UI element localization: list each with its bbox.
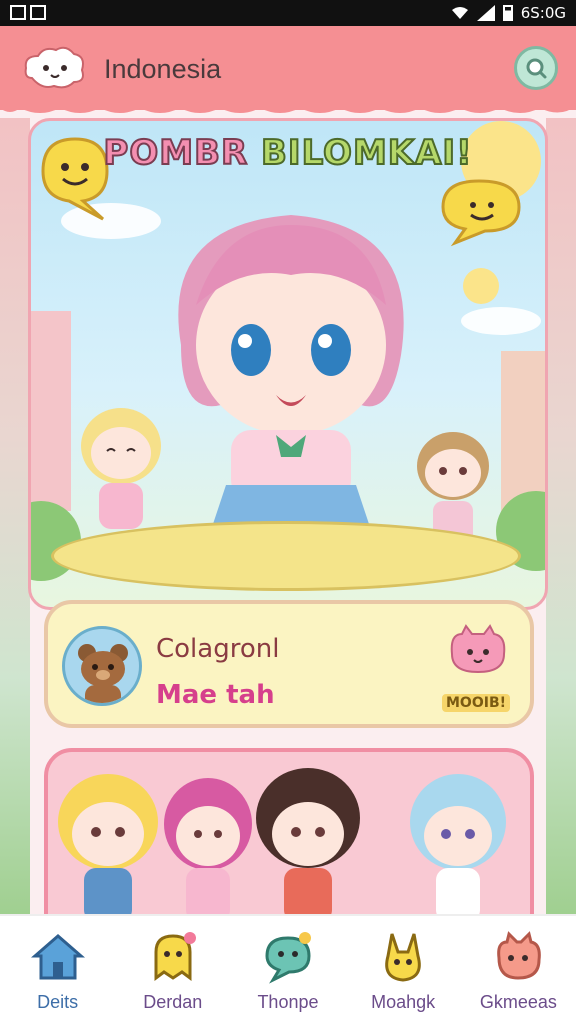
bear-avatar[interactable] xyxy=(62,626,142,706)
nav-label: Thonpe xyxy=(257,992,319,1012)
character-panel[interactable] xyxy=(44,748,534,918)
nav-item-3[interactable]: Thonpe xyxy=(233,928,343,1013)
info-badge-label: MOOIB! xyxy=(442,694,510,712)
status-time: 6S:0G xyxy=(520,4,566,22)
info-subtitle: Mae tah xyxy=(156,680,275,710)
home-icon xyxy=(30,934,85,980)
cloud-mascot-icon[interactable] xyxy=(22,44,88,92)
nav-label: Deits xyxy=(37,992,79,1012)
search-icon xyxy=(526,58,547,79)
town-background-right xyxy=(546,118,576,918)
pink-pig-icon xyxy=(497,931,542,980)
notification-icons xyxy=(10,5,46,20)
info-card[interactable]: Colagronl Mae tah MOOIB! xyxy=(44,600,534,728)
bottom-navigation: Deits Derdan Thonpe Moahgk Gkmeeas xyxy=(0,914,576,1024)
yellow-creature-icon xyxy=(154,932,196,981)
battery-icon xyxy=(502,5,513,21)
hero-title: POMBR BILOMKAI! xyxy=(31,132,545,174)
smiley-bubble-icon xyxy=(441,179,521,247)
town-background-left xyxy=(0,118,30,918)
hero-banner[interactable]: POMBR BILOMKAI! xyxy=(28,118,548,610)
bunny-icon xyxy=(385,933,421,982)
character-group-illustration xyxy=(58,768,506,914)
nav-label: Derdan xyxy=(143,992,203,1012)
hero-title-word1: POMBR xyxy=(102,132,249,174)
info-title: Colagronl xyxy=(156,634,280,664)
hero-title-word2: BILOMKAI! xyxy=(260,132,473,174)
stage-ground xyxy=(51,521,521,591)
nav-label: Moahgk xyxy=(371,992,436,1012)
page-title: Indonesia xyxy=(104,54,222,84)
bear-icon xyxy=(78,644,128,703)
search-button[interactable] xyxy=(514,46,558,90)
nav-item-4[interactable]: Moahgk xyxy=(348,928,458,1013)
nav-item-2[interactable]: Derdan xyxy=(118,928,228,1013)
nav-label: Gkmeeas xyxy=(479,992,557,1012)
chat-bubble-icon xyxy=(265,932,311,984)
pink-cat-icon[interactable] xyxy=(444,624,512,676)
wifi-icon xyxy=(451,7,468,19)
status-bar: 6S:0G xyxy=(0,0,576,26)
nav-item-home[interactable]: Deits xyxy=(3,928,113,1013)
nav-item-5[interactable]: Gkmeeas xyxy=(463,928,573,1013)
signal-icon xyxy=(476,5,495,21)
